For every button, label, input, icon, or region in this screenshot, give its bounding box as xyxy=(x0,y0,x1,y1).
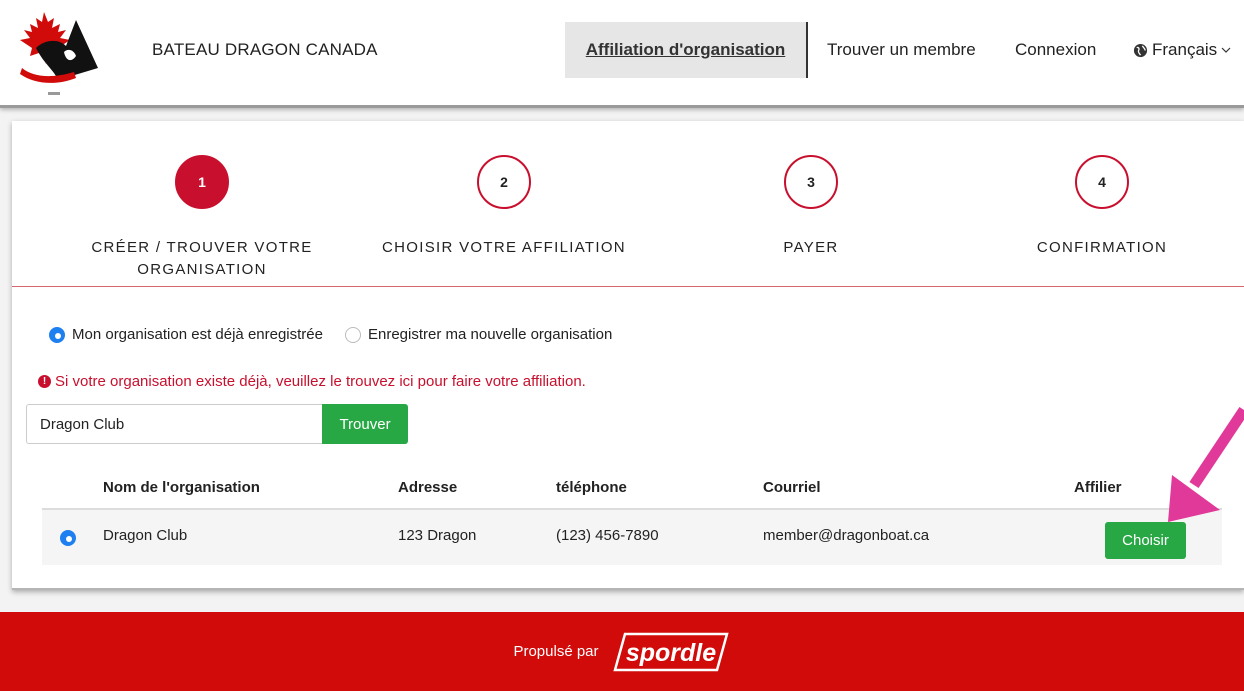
row-phone: (123) 456-7890 xyxy=(556,527,659,544)
info-notice: ! Si votre organisation existe déjà, veu… xyxy=(38,373,586,390)
column-header-affiliate: Affilier xyxy=(1074,479,1122,496)
exclamation-circle-icon: ! xyxy=(38,375,51,388)
step-1-label: CRÉER / TROUVER VOTRE ORGANISATION xyxy=(91,239,313,278)
steps-divider xyxy=(12,286,1244,287)
option-new-label: Enregistrer ma nouvelle organisation xyxy=(368,326,613,343)
nav-affiliation-tab[interactable]: Affiliation d'organisation xyxy=(565,22,808,78)
chevron-down-icon xyxy=(1221,47,1231,53)
step-4-label: CONFIRMATION xyxy=(1036,239,1168,256)
footer: Propulsé par spordle xyxy=(0,612,1244,691)
step-4: 4 xyxy=(1062,155,1142,209)
step-2-label: CHOISIR VOTRE AFFILIATION xyxy=(382,239,626,256)
row-email: member@dragonboat.ca xyxy=(763,527,930,544)
row-address: 123 Dragon xyxy=(398,527,477,544)
step-3-number: 3 xyxy=(784,155,838,209)
notice-text: Si votre organisation existe déjà, veuil… xyxy=(55,373,586,390)
nav-login-link[interactable]: Connexion xyxy=(1015,40,1096,60)
step-1: 1 xyxy=(162,155,242,209)
column-header-email: Courriel xyxy=(763,479,821,496)
top-header: BATEAU DRAGON CANADA Affiliation d'organ… xyxy=(0,0,1244,108)
step-3: 3 xyxy=(771,155,851,209)
find-button[interactable]: Trouver xyxy=(322,404,408,444)
option-new[interactable]: Enregistrer ma nouvelle organisation xyxy=(345,326,612,343)
column-header-name: Nom de l'organisation xyxy=(103,479,260,496)
brand-name: BATEAU DRAGON CANADA xyxy=(152,40,378,59)
option-existing[interactable]: Mon organisation est déjà enregistrée xyxy=(49,326,323,343)
nav-find-member-link[interactable]: Trouver un membre xyxy=(827,40,976,60)
dragon-boat-canada-logo[interactable] xyxy=(14,8,100,100)
row-name: Dragon Club xyxy=(103,527,188,544)
spordle-logo[interactable]: spordle xyxy=(611,630,731,674)
step-2: 2 xyxy=(464,155,544,209)
organisation-options: Mon organisation est déjà enregistrée En… xyxy=(49,326,612,343)
spordle-logo-text: spordle xyxy=(625,639,715,667)
globe-icon xyxy=(1133,43,1148,57)
step-1-number: 1 xyxy=(175,155,229,209)
powered-by-text: Propulsé par xyxy=(513,643,599,660)
step-4-number: 4 xyxy=(1075,155,1129,209)
step-2-number: 2 xyxy=(477,155,531,209)
step-3-label: PAYER xyxy=(783,239,839,256)
column-header-address: Adresse xyxy=(398,479,458,496)
pink-arrow-annotation xyxy=(1168,406,1244,522)
option-existing-label: Mon organisation est déjà enregistrée xyxy=(72,326,323,343)
table-row[interactable]: Dragon Club 123 Dragon (123) 456-7890 me… xyxy=(42,508,1222,565)
column-header-phone: téléphone xyxy=(556,479,627,496)
organisation-search-input[interactable] xyxy=(26,404,323,444)
choose-button[interactable]: Choisir xyxy=(1105,522,1186,559)
radio-existing[interactable] xyxy=(49,326,65,343)
language-selector[interactable]: Français xyxy=(1133,40,1231,60)
radio-new[interactable] xyxy=(345,326,361,343)
affiliation-card: 1 CRÉER / TROUVER VOTRE ORGANISATION 2 C… xyxy=(12,121,1244,590)
language-label: Français xyxy=(1152,40,1218,59)
row-select-radio[interactable] xyxy=(60,530,76,546)
